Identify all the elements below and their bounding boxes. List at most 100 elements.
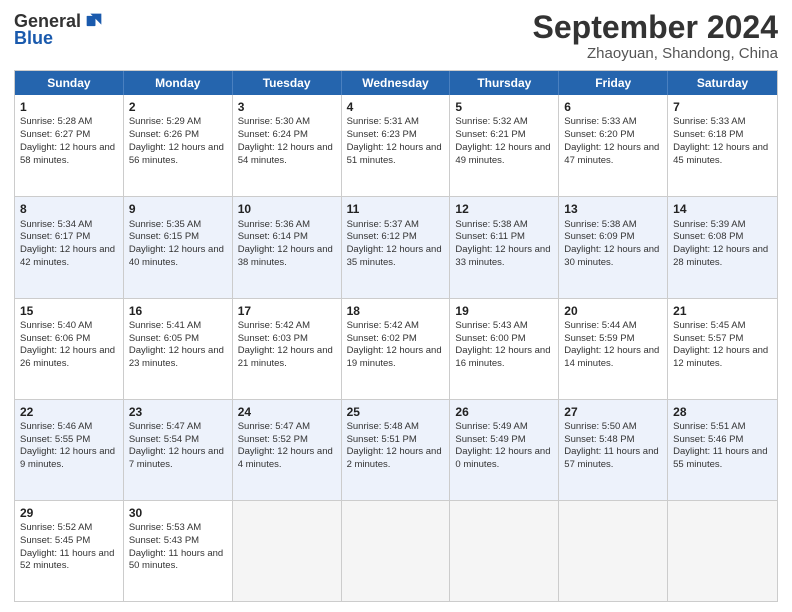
week-row-1: 1 Sunrise: 5:28 AM Sunset: 6:27 PM Dayli… [15, 95, 777, 196]
sunrise-28: Sunrise: 5:51 AM [673, 421, 745, 432]
sunrise-15: Sunrise: 5:40 AM [20, 320, 92, 331]
day-num-3: 3 [238, 99, 336, 115]
cell-sep17: 17 Sunrise: 5:42 AM Sunset: 6:03 PM Dayl… [233, 299, 342, 399]
sunset-27: Sunset: 5:48 PM [564, 434, 634, 445]
day-num-26: 26 [455, 404, 553, 420]
cell-sep11: 11 Sunrise: 5:37 AM Sunset: 6:12 PM Dayl… [342, 197, 451, 297]
sunrise-8: Sunrise: 5:34 AM [20, 219, 92, 230]
daylight-10: Daylight: 12 hours and 38 minutes. [238, 244, 333, 268]
logo-icon [83, 10, 105, 32]
day-num-5: 5 [455, 99, 553, 115]
daylight-25: Daylight: 12 hours and 2 minutes. [347, 446, 442, 470]
header-thursday: Thursday [450, 71, 559, 95]
cell-sep30: 30 Sunrise: 5:53 AM Sunset: 5:43 PM Dayl… [124, 501, 233, 601]
week-row-2: 8 Sunrise: 5:34 AM Sunset: 6:17 PM Dayli… [15, 196, 777, 297]
sunset-20: Sunset: 5:59 PM [564, 333, 634, 344]
cell-empty-3 [450, 501, 559, 601]
day-num-30: 30 [129, 505, 227, 521]
daylight-18: Daylight: 12 hours and 19 minutes. [347, 345, 442, 369]
sunrise-7: Sunrise: 5:33 AM [673, 116, 745, 127]
sunrise-22: Sunrise: 5:46 AM [20, 421, 92, 432]
header-sunday: Sunday [15, 71, 124, 95]
sunset-2: Sunset: 6:26 PM [129, 129, 199, 140]
header-saturday: Saturday [668, 71, 777, 95]
daylight-8: Daylight: 12 hours and 42 minutes. [20, 244, 115, 268]
day-num-9: 9 [129, 201, 227, 217]
daylight-17: Daylight: 12 hours and 21 minutes. [238, 345, 333, 369]
sunset-17: Sunset: 6:03 PM [238, 333, 308, 344]
day-num-22: 22 [20, 404, 118, 420]
sunset-23: Sunset: 5:54 PM [129, 434, 199, 445]
cell-sep9: 9 Sunrise: 5:35 AM Sunset: 6:15 PM Dayli… [124, 197, 233, 297]
cell-empty-4 [559, 501, 668, 601]
day-num-4: 4 [347, 99, 445, 115]
cell-sep22: 22 Sunrise: 5:46 AM Sunset: 5:55 PM Dayl… [15, 400, 124, 500]
week-row-5: 29 Sunrise: 5:52 AM Sunset: 5:45 PM Dayl… [15, 500, 777, 601]
daylight-14: Daylight: 12 hours and 28 minutes. [673, 244, 768, 268]
sunrise-24: Sunrise: 5:47 AM [238, 421, 310, 432]
daylight-6: Daylight: 12 hours and 47 minutes. [564, 142, 659, 166]
cell-empty-2 [342, 501, 451, 601]
day-num-23: 23 [129, 404, 227, 420]
sunrise-19: Sunrise: 5:43 AM [455, 320, 527, 331]
sunset-5: Sunset: 6:21 PM [455, 129, 525, 140]
header: General Blue September 2024 Zhaoyuan, Sh… [14, 10, 778, 62]
sunrise-23: Sunrise: 5:47 AM [129, 421, 201, 432]
sunset-19: Sunset: 6:00 PM [455, 333, 525, 344]
cell-sep1: 1 Sunrise: 5:28 AM Sunset: 6:27 PM Dayli… [15, 95, 124, 196]
cell-sep7: 7 Sunrise: 5:33 AM Sunset: 6:18 PM Dayli… [668, 95, 777, 196]
daylight-13: Daylight: 12 hours and 30 minutes. [564, 244, 659, 268]
day-num-16: 16 [129, 303, 227, 319]
daylight-23: Daylight: 12 hours and 7 minutes. [129, 446, 224, 470]
sunrise-9: Sunrise: 5:35 AM [129, 219, 201, 230]
day-num-19: 19 [455, 303, 553, 319]
daylight-30: Daylight: 11 hours and 50 minutes. [129, 548, 223, 572]
daylight-19: Daylight: 12 hours and 16 minutes. [455, 345, 550, 369]
sunrise-10: Sunrise: 5:36 AM [238, 219, 310, 230]
cell-sep12: 12 Sunrise: 5:38 AM Sunset: 6:11 PM Dayl… [450, 197, 559, 297]
day-num-7: 7 [673, 99, 772, 115]
cell-sep6: 6 Sunrise: 5:33 AM Sunset: 6:20 PM Dayli… [559, 95, 668, 196]
sunrise-26: Sunrise: 5:49 AM [455, 421, 527, 432]
daylight-1: Daylight: 12 hours and 58 minutes. [20, 142, 115, 166]
logo: General Blue [14, 10, 105, 49]
header-tuesday: Tuesday [233, 71, 342, 95]
sunrise-16: Sunrise: 5:41 AM [129, 320, 201, 331]
sunrise-14: Sunrise: 5:39 AM [673, 219, 745, 230]
daylight-9: Daylight: 12 hours and 40 minutes. [129, 244, 224, 268]
sunrise-4: Sunrise: 5:31 AM [347, 116, 419, 127]
sunset-28: Sunset: 5:46 PM [673, 434, 743, 445]
daylight-15: Daylight: 12 hours and 26 minutes. [20, 345, 115, 369]
logo-blue-text: Blue [14, 28, 53, 49]
daylight-2: Daylight: 12 hours and 56 minutes. [129, 142, 224, 166]
sunrise-2: Sunrise: 5:29 AM [129, 116, 201, 127]
daylight-22: Daylight: 12 hours and 9 minutes. [20, 446, 115, 470]
daylight-4: Daylight: 12 hours and 51 minutes. [347, 142, 442, 166]
sunrise-17: Sunrise: 5:42 AM [238, 320, 310, 331]
cell-sep10: 10 Sunrise: 5:36 AM Sunset: 6:14 PM Dayl… [233, 197, 342, 297]
day-num-6: 6 [564, 99, 662, 115]
sunset-13: Sunset: 6:09 PM [564, 231, 634, 242]
daylight-7: Daylight: 12 hours and 45 minutes. [673, 142, 768, 166]
sunset-26: Sunset: 5:49 PM [455, 434, 525, 445]
cell-empty-5 [668, 501, 777, 601]
sunrise-5: Sunrise: 5:32 AM [455, 116, 527, 127]
cell-sep26: 26 Sunrise: 5:49 AM Sunset: 5:49 PM Dayl… [450, 400, 559, 500]
day-num-15: 15 [20, 303, 118, 319]
sunrise-30: Sunrise: 5:53 AM [129, 522, 201, 533]
cell-sep19: 19 Sunrise: 5:43 AM Sunset: 6:00 PM Dayl… [450, 299, 559, 399]
sunrise-18: Sunrise: 5:42 AM [347, 320, 419, 331]
daylight-3: Daylight: 12 hours and 54 minutes. [238, 142, 333, 166]
sunset-6: Sunset: 6:20 PM [564, 129, 634, 140]
cell-sep5: 5 Sunrise: 5:32 AM Sunset: 6:21 PM Dayli… [450, 95, 559, 196]
daylight-16: Daylight: 12 hours and 23 minutes. [129, 345, 224, 369]
day-num-29: 29 [20, 505, 118, 521]
header-monday: Monday [124, 71, 233, 95]
sunrise-29: Sunrise: 5:52 AM [20, 522, 92, 533]
daylight-20: Daylight: 12 hours and 14 minutes. [564, 345, 659, 369]
sunrise-11: Sunrise: 5:37 AM [347, 219, 419, 230]
sunset-11: Sunset: 6:12 PM [347, 231, 417, 242]
header-wednesday: Wednesday [342, 71, 451, 95]
daylight-5: Daylight: 12 hours and 49 minutes. [455, 142, 550, 166]
sunrise-21: Sunrise: 5:45 AM [673, 320, 745, 331]
